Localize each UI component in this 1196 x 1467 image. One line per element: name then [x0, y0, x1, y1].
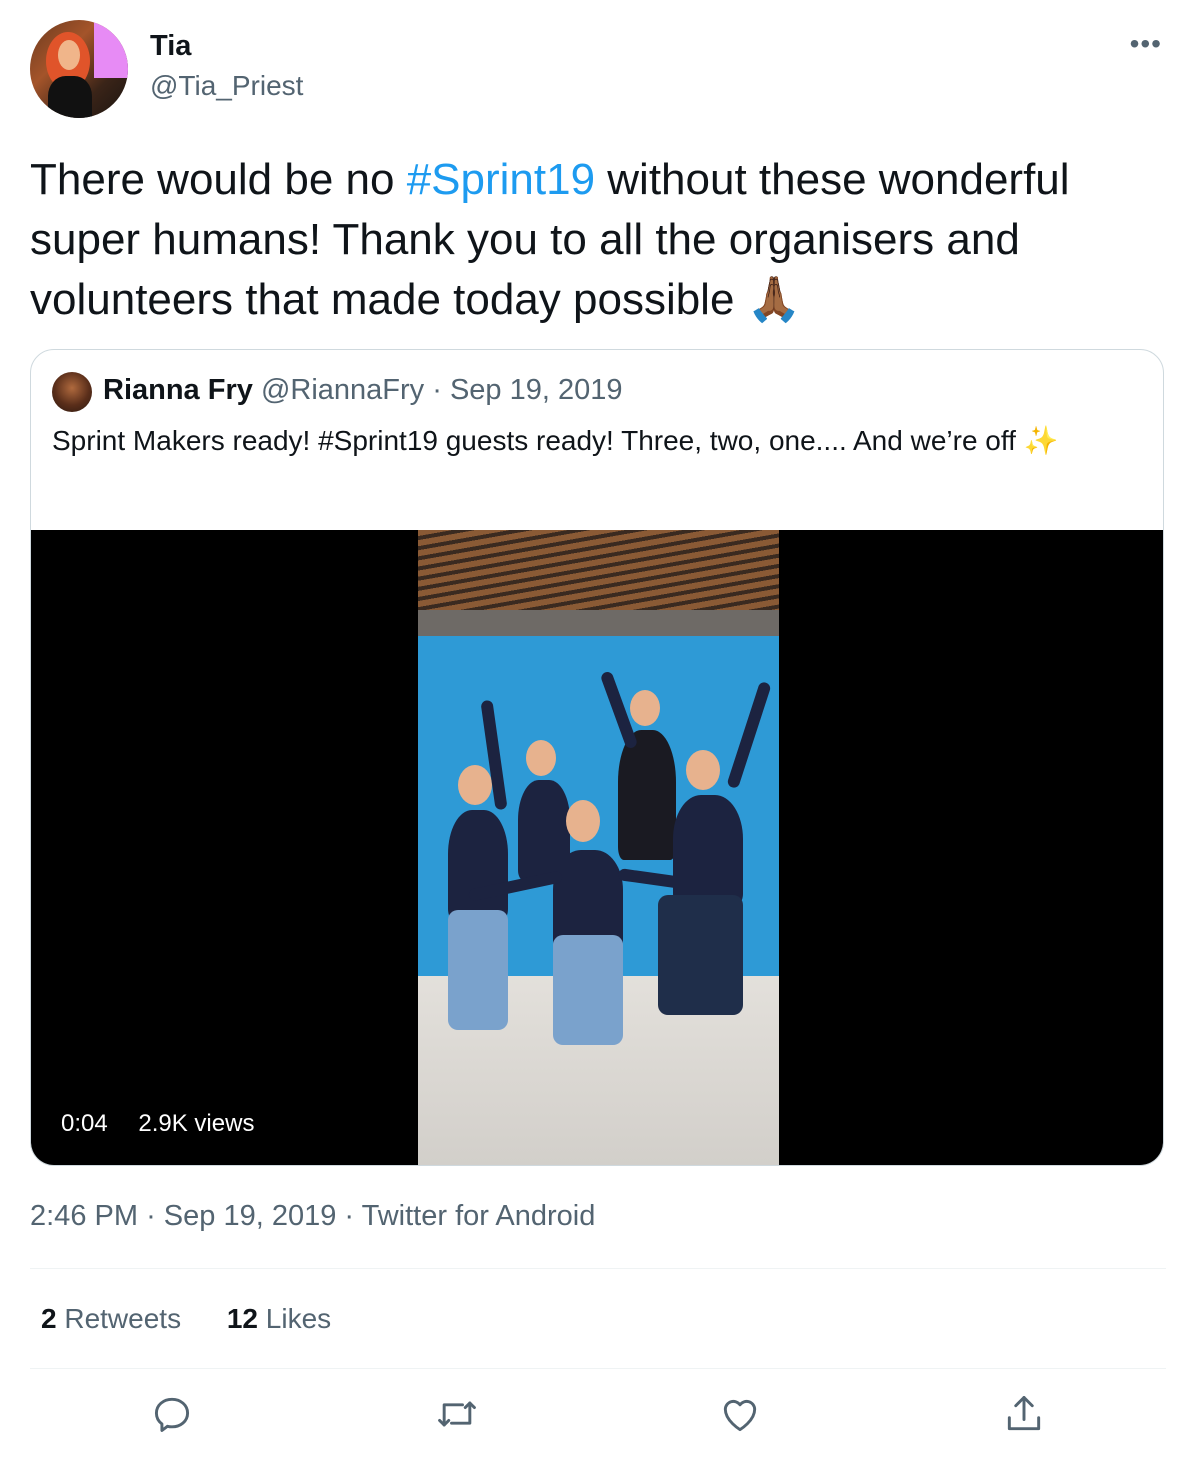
video-player[interactable]: 0:04 2.9K views — [31, 530, 1163, 1165]
tweet-stats: 2 Retweets 12 Likes — [41, 1303, 369, 1335]
share-icon[interactable] — [1002, 1392, 1046, 1436]
likes-label: Likes — [265, 1303, 332, 1334]
tweet-text-before: There would be no — [30, 155, 407, 204]
retweets-stat[interactable]: 2 Retweets — [41, 1303, 181, 1335]
hashtag-link[interactable]: #Sprint19 — [407, 155, 595, 204]
retweets-label: Retweets — [64, 1303, 182, 1334]
quoted-author-avatar — [52, 372, 92, 412]
video-meta: 0:04 2.9K views — [61, 1110, 254, 1138]
quoted-date: Sep 19, 2019 — [449, 374, 623, 406]
quoted-author-handle: @RiannaFry — [260, 374, 425, 406]
likes-count: 12 — [226, 1303, 259, 1334]
likes-stat[interactable]: 12 Likes — [227, 1303, 331, 1335]
retweet-icon[interactable] — [435, 1392, 479, 1436]
author-name[interactable]: Tia — [150, 30, 191, 63]
retweets-count: 2 — [41, 1303, 57, 1334]
more-options-icon[interactable]: ••• — [1130, 28, 1162, 60]
action-bar — [0, 1392, 1196, 1452]
folded-hands-emoji: 🙏🏾 — [746, 275, 802, 324]
divider — [30, 1368, 1166, 1369]
tweet-time[interactable]: 2:46 PM — [30, 1200, 138, 1232]
tweet-date[interactable]: Sep 19, 2019 — [164, 1200, 337, 1232]
tweet-header: Tia @Tia_Priest ••• — [30, 20, 1166, 120]
like-icon[interactable] — [718, 1392, 762, 1436]
quoted-separator: · — [432, 374, 442, 406]
author-handle[interactable]: @Tia_Priest — [150, 70, 303, 102]
video-frame — [418, 530, 779, 1165]
author-avatar[interactable] — [30, 20, 128, 118]
meta-separator: · — [146, 1200, 156, 1232]
video-duration: 0:04 — [61, 1110, 108, 1137]
quoted-tweet-header: Rianna Fry @RiannaFry · Sep 19, 2019 — [103, 374, 623, 407]
quoted-tweet[interactable]: Rianna Fry @RiannaFry · Sep 19, 2019 Spr… — [30, 349, 1164, 1166]
video-views: 2.9K views — [138, 1110, 255, 1137]
meta-separator: · — [344, 1200, 355, 1232]
quoted-tweet-text: Sprint Makers ready! #Sprint19 guests re… — [52, 425, 1059, 456]
reply-icon[interactable] — [150, 1392, 194, 1436]
quoted-author-name: Rianna Fry — [103, 374, 253, 406]
divider — [30, 1268, 1166, 1269]
tweet-text: There would be no #Sprint19 without thes… — [30, 150, 1150, 330]
tweet-source[interactable]: Twitter for Android — [362, 1200, 596, 1232]
tweet-meta: 2:46 PM · Sep 19, 2019 · Twitter for And… — [30, 1200, 595, 1233]
